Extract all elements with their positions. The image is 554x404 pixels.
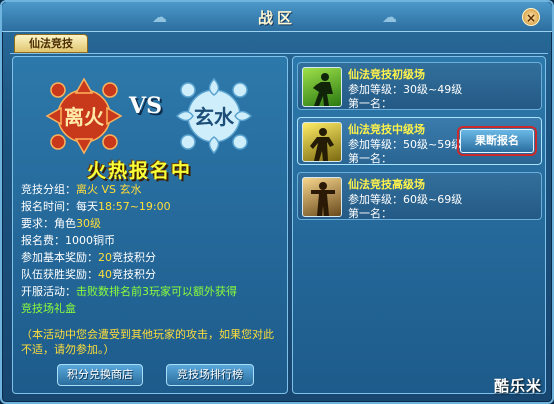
- fighter-silhouette-icon: [313, 73, 333, 106]
- arena-card-junior[interactable]: 仙法竞技初级场 参加等级：30级~49级 第一名：: [297, 62, 542, 110]
- versus-label: VS: [129, 93, 162, 119]
- fighter-silhouette-icon: [311, 182, 335, 216]
- arena-list-panel: 仙法竞技初级场 参加等级：30级~49级 第一名： 仙法竞技中级场 参加等级：5…: [292, 56, 546, 394]
- arena-window: ☁ 战区 ☁ × 仙法竞技 离火 VS 玄水 火热报名中 竞技分组：离火 VS …: [0, 0, 554, 404]
- detail-value: 离火 VS 玄水: [76, 183, 142, 196]
- detail-win-reward: 队伍获胜奖励：40竞技积分: [21, 266, 283, 283]
- detail-base-reward: 参加基本奖励：20竞技积分: [21, 249, 283, 266]
- water-faction-emblem: 玄水: [175, 77, 253, 155]
- arena-thumbnail: [302, 122, 342, 162]
- tab-divider: [10, 53, 548, 54]
- detail-launch-event-reward: 竞技场礼盒: [21, 300, 283, 317]
- pvp-warning-notice: （本活动中您会遭受到其他玩家的攻击，如果您对此不适，请勿参加。）: [21, 328, 274, 356]
- detail-group: 竞技分组：离火 VS 玄水: [21, 181, 283, 198]
- title-bar: ☁ 战区 ☁ ×: [2, 2, 552, 32]
- detail-label: 开服活动：: [21, 285, 76, 298]
- detail-value: 18:57~19:00: [98, 200, 171, 213]
- detail-suffix: 竞技积分: [112, 268, 156, 281]
- detail-requirement: 要求：角色30级: [21, 215, 283, 232]
- points-shop-button[interactable]: 积分兑换商店: [57, 364, 143, 386]
- detail-value: 30级: [76, 217, 101, 230]
- close-button[interactable]: ×: [522, 8, 540, 26]
- watermark-text: 酷乐米: [493, 377, 542, 395]
- arena-first-place: 第一名：: [348, 97, 392, 110]
- cloud-ornament-icon: ☁: [382, 8, 397, 26]
- detail-label: 报名时间：每天: [21, 200, 98, 213]
- signup-open-banner: 火热报名中: [87, 160, 193, 182]
- event-info-panel: 离火 VS 玄水 火热报名中 竞技分组：离火 VS 玄水 报名时间：每天18:5…: [12, 56, 288, 394]
- detail-value: 竞技场礼盒: [21, 302, 76, 315]
- detail-time: 报名时间：每天18:57~19:00: [21, 198, 283, 215]
- event-details: 竞技分组：离火 VS 玄水 报名时间：每天18:57~19:00 要求：角色30…: [21, 181, 283, 317]
- arena-card-intermediate[interactable]: 仙法竞技中级场 参加等级：50级~59级 第一名： 果断报名: [297, 117, 542, 165]
- detail-value: 击败数排名前3玩家可以额外获得: [76, 285, 237, 298]
- detail-suffix: 竞技积分: [112, 251, 156, 264]
- arena-ranking-button[interactable]: 竞技场排行榜: [166, 364, 254, 386]
- detail-label: 队伍获胜奖励：: [21, 268, 98, 281]
- arena-title: 仙法竞技中级场: [348, 123, 425, 136]
- fighter-silhouette-icon: [310, 128, 334, 161]
- tab-xianfa[interactable]: 仙法竞技: [14, 34, 88, 53]
- detail-label: 要求：角色: [21, 217, 76, 230]
- arena-first-place: 第一名：: [348, 207, 392, 220]
- detail-label: 竞技分组：: [21, 183, 76, 196]
- detail-launch-event: 开服活动：击败数排名前3玩家可以额外获得: [21, 283, 283, 300]
- detail-label: 报名费：1000铜币: [21, 234, 115, 247]
- fire-faction-label: 离火: [64, 105, 105, 129]
- detail-value: 40: [98, 268, 112, 281]
- arena-title: 仙法竞技初级场: [348, 68, 425, 81]
- arena-card-senior[interactable]: 仙法竞技高级场 参加等级：60级~69级 第一名：: [297, 172, 542, 220]
- signup-button[interactable]: 果断报名: [457, 126, 537, 156]
- detail-fee: 报名费：1000铜币: [21, 232, 283, 249]
- water-faction-label: 玄水: [194, 105, 235, 129]
- detail-label: 参加基本奖励：: [21, 251, 98, 264]
- window-title: 战区: [257, 9, 296, 27]
- arena-thumbnail: [302, 67, 342, 107]
- fire-faction-emblem: 离火: [45, 77, 123, 155]
- arena-title: 仙法竞技高级场: [348, 178, 425, 191]
- arena-first-place: 第一名：: [348, 152, 392, 165]
- arena-thumbnail: [302, 177, 342, 217]
- detail-value: 20: [98, 251, 112, 264]
